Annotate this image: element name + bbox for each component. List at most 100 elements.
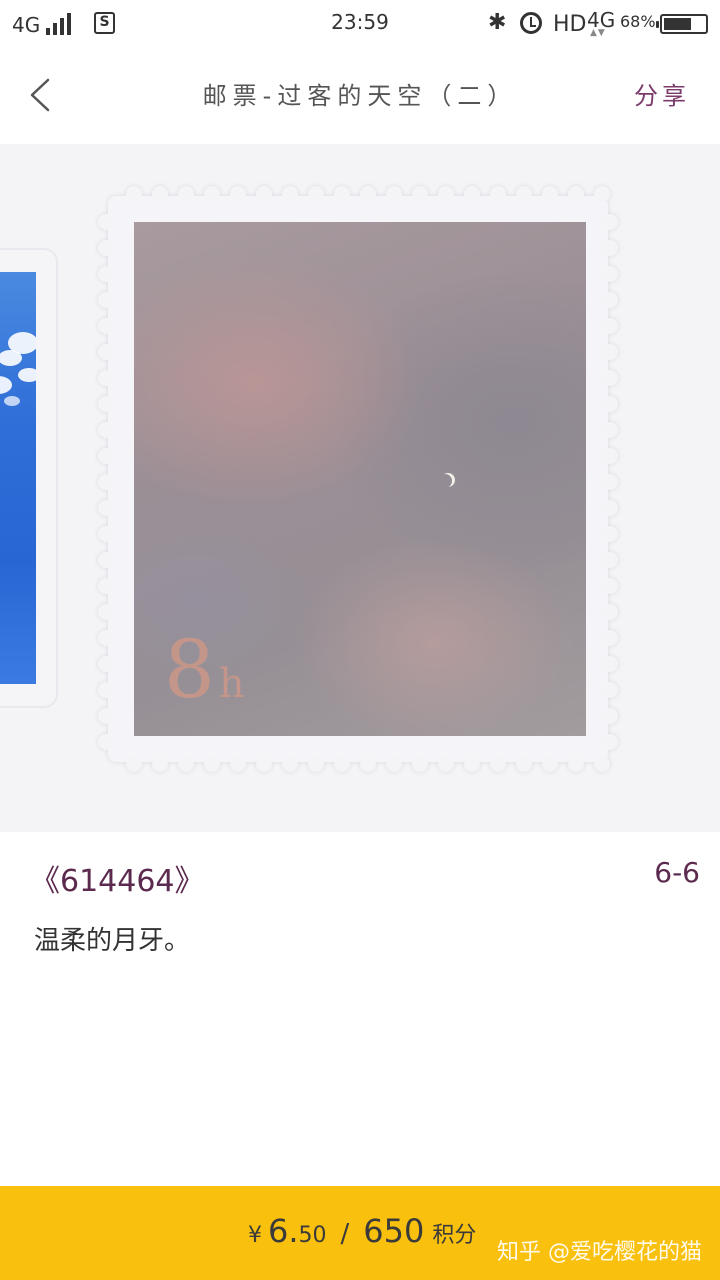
stamp-perforation xyxy=(98,370,114,386)
stamp-perforation xyxy=(490,186,506,202)
status-bar: 4G S 23:59 ✱ HD 4G ▲▼ 68% xyxy=(0,0,720,46)
stamp-perforation xyxy=(98,474,114,490)
battery-icon xyxy=(656,14,708,34)
stamp-perforation xyxy=(602,474,618,490)
stamp-perforation xyxy=(98,656,114,672)
stamp-perforation xyxy=(98,500,114,516)
stamp-perforation xyxy=(602,214,618,230)
stamp-perforation xyxy=(178,756,194,772)
stamp-perforation xyxy=(178,186,194,202)
stamp-perforation xyxy=(204,186,220,202)
stamp-perforation xyxy=(602,656,618,672)
battery-percent: 68% xyxy=(620,12,656,31)
stamp-perforation xyxy=(594,186,610,202)
stamp-perforation xyxy=(152,756,168,772)
stamp-perforation xyxy=(282,186,298,202)
share-button[interactable]: 分享 xyxy=(634,76,690,111)
stamp-perforation xyxy=(602,422,618,438)
stamp-perforation xyxy=(360,756,376,772)
price-integer: 6. xyxy=(268,1212,299,1250)
stamp-perforation xyxy=(98,578,114,594)
stamp-perforation xyxy=(308,186,324,202)
stamp-perforation xyxy=(602,370,618,386)
stamp-gallery[interactable]: 8h xyxy=(0,144,720,832)
stamp-perforation xyxy=(438,186,454,202)
hd-indicator: HD xyxy=(553,12,587,37)
watermark: 知乎 @爱吃樱花的猫 xyxy=(497,1240,702,1265)
stamp-perforation xyxy=(594,756,610,772)
price-points: 650 xyxy=(363,1212,425,1250)
stamp-perforation xyxy=(98,396,114,412)
stamp-code: 《614464》 xyxy=(30,864,205,899)
stamp-perforation xyxy=(308,756,324,772)
stamp-perforation xyxy=(98,448,114,464)
stamp-perforation xyxy=(602,240,618,256)
price-decimal: 50 xyxy=(298,1223,327,1248)
stamp-perforation xyxy=(126,756,142,772)
price-currency: ¥ xyxy=(248,1223,262,1248)
stamp-perforation xyxy=(98,604,114,620)
stamp-perforation xyxy=(98,292,114,308)
stamp-perforation xyxy=(126,186,142,202)
stamp-perforation xyxy=(98,422,114,438)
stamp-perforation xyxy=(98,214,114,230)
stamp-perforation xyxy=(602,552,618,568)
stamp-perforation xyxy=(98,240,114,256)
stamp-perforation xyxy=(334,186,350,202)
stamp-perforation xyxy=(256,186,272,202)
stamp-perforation xyxy=(386,186,402,202)
stamp-perforation xyxy=(568,186,584,202)
stamp-perforation xyxy=(464,186,480,202)
stamp-perforation xyxy=(602,734,618,750)
stamp-description: 温柔的月牙。 xyxy=(34,926,191,956)
stamp-perforation xyxy=(386,756,402,772)
stamp-perforation xyxy=(98,734,114,750)
stamp-perforation xyxy=(282,756,298,772)
stamp-perforation xyxy=(438,756,454,772)
stamp-perforation xyxy=(602,500,618,516)
stamp-perforation xyxy=(602,604,618,620)
stamp-perforation xyxy=(542,186,558,202)
stamp-perforation xyxy=(98,526,114,542)
data-activity-icon: ▲▼ xyxy=(590,28,606,38)
stamp-perforation xyxy=(602,344,618,360)
price-separator: / xyxy=(340,1219,350,1249)
stamp-perforation xyxy=(516,756,532,772)
stamp-perforation xyxy=(568,756,584,772)
stamp-perforation xyxy=(516,186,532,202)
bluetooth-icon: ✱ xyxy=(488,10,507,35)
stamp-info: 《614464》 6-6 温柔的月牙。 xyxy=(0,832,720,1186)
stamp-perforation xyxy=(602,682,618,698)
stamp-denomination-unit: h xyxy=(218,661,245,707)
stamp-perforation xyxy=(334,756,350,772)
stamp-perforation xyxy=(152,186,168,202)
price: ¥6.50 / 650 积分 xyxy=(248,1212,476,1250)
stamp-perforation xyxy=(412,756,428,772)
page-title: 邮票-过客的天空（二） xyxy=(202,82,518,110)
crescent-moon xyxy=(438,474,452,488)
stamp-perforation xyxy=(204,756,220,772)
stamp-perforation xyxy=(602,578,618,594)
stamp-perforation xyxy=(602,266,618,282)
stamp-perforation xyxy=(98,266,114,282)
price-bar[interactable]: ¥6.50 / 650 积分 知乎 @爱吃樱花的猫 xyxy=(0,1186,720,1280)
stamp-perforation xyxy=(490,756,506,772)
stamp-perforation xyxy=(98,344,114,360)
stamp-perforation xyxy=(256,756,272,772)
previous-stamp[interactable] xyxy=(0,250,56,706)
stamp-perforation xyxy=(602,448,618,464)
stamp-perforation xyxy=(602,708,618,724)
stamp-perforation xyxy=(98,682,114,698)
stamp-denomination: 8h xyxy=(164,630,245,710)
stamp-perforation xyxy=(230,756,246,772)
stamp-perforation xyxy=(464,756,480,772)
header: 邮票-过客的天空（二） 分享 xyxy=(0,46,720,144)
current-stamp[interactable]: 8h xyxy=(98,186,618,772)
stamp-perforation xyxy=(98,708,114,724)
stamp-perforation xyxy=(98,318,114,334)
stamp-perforation xyxy=(542,756,558,772)
stamp-perforation xyxy=(602,396,618,412)
stamp-denomination-number: 8 xyxy=(164,623,215,716)
price-points-unit: 积分 xyxy=(432,1223,477,1248)
battery-level xyxy=(664,18,692,30)
